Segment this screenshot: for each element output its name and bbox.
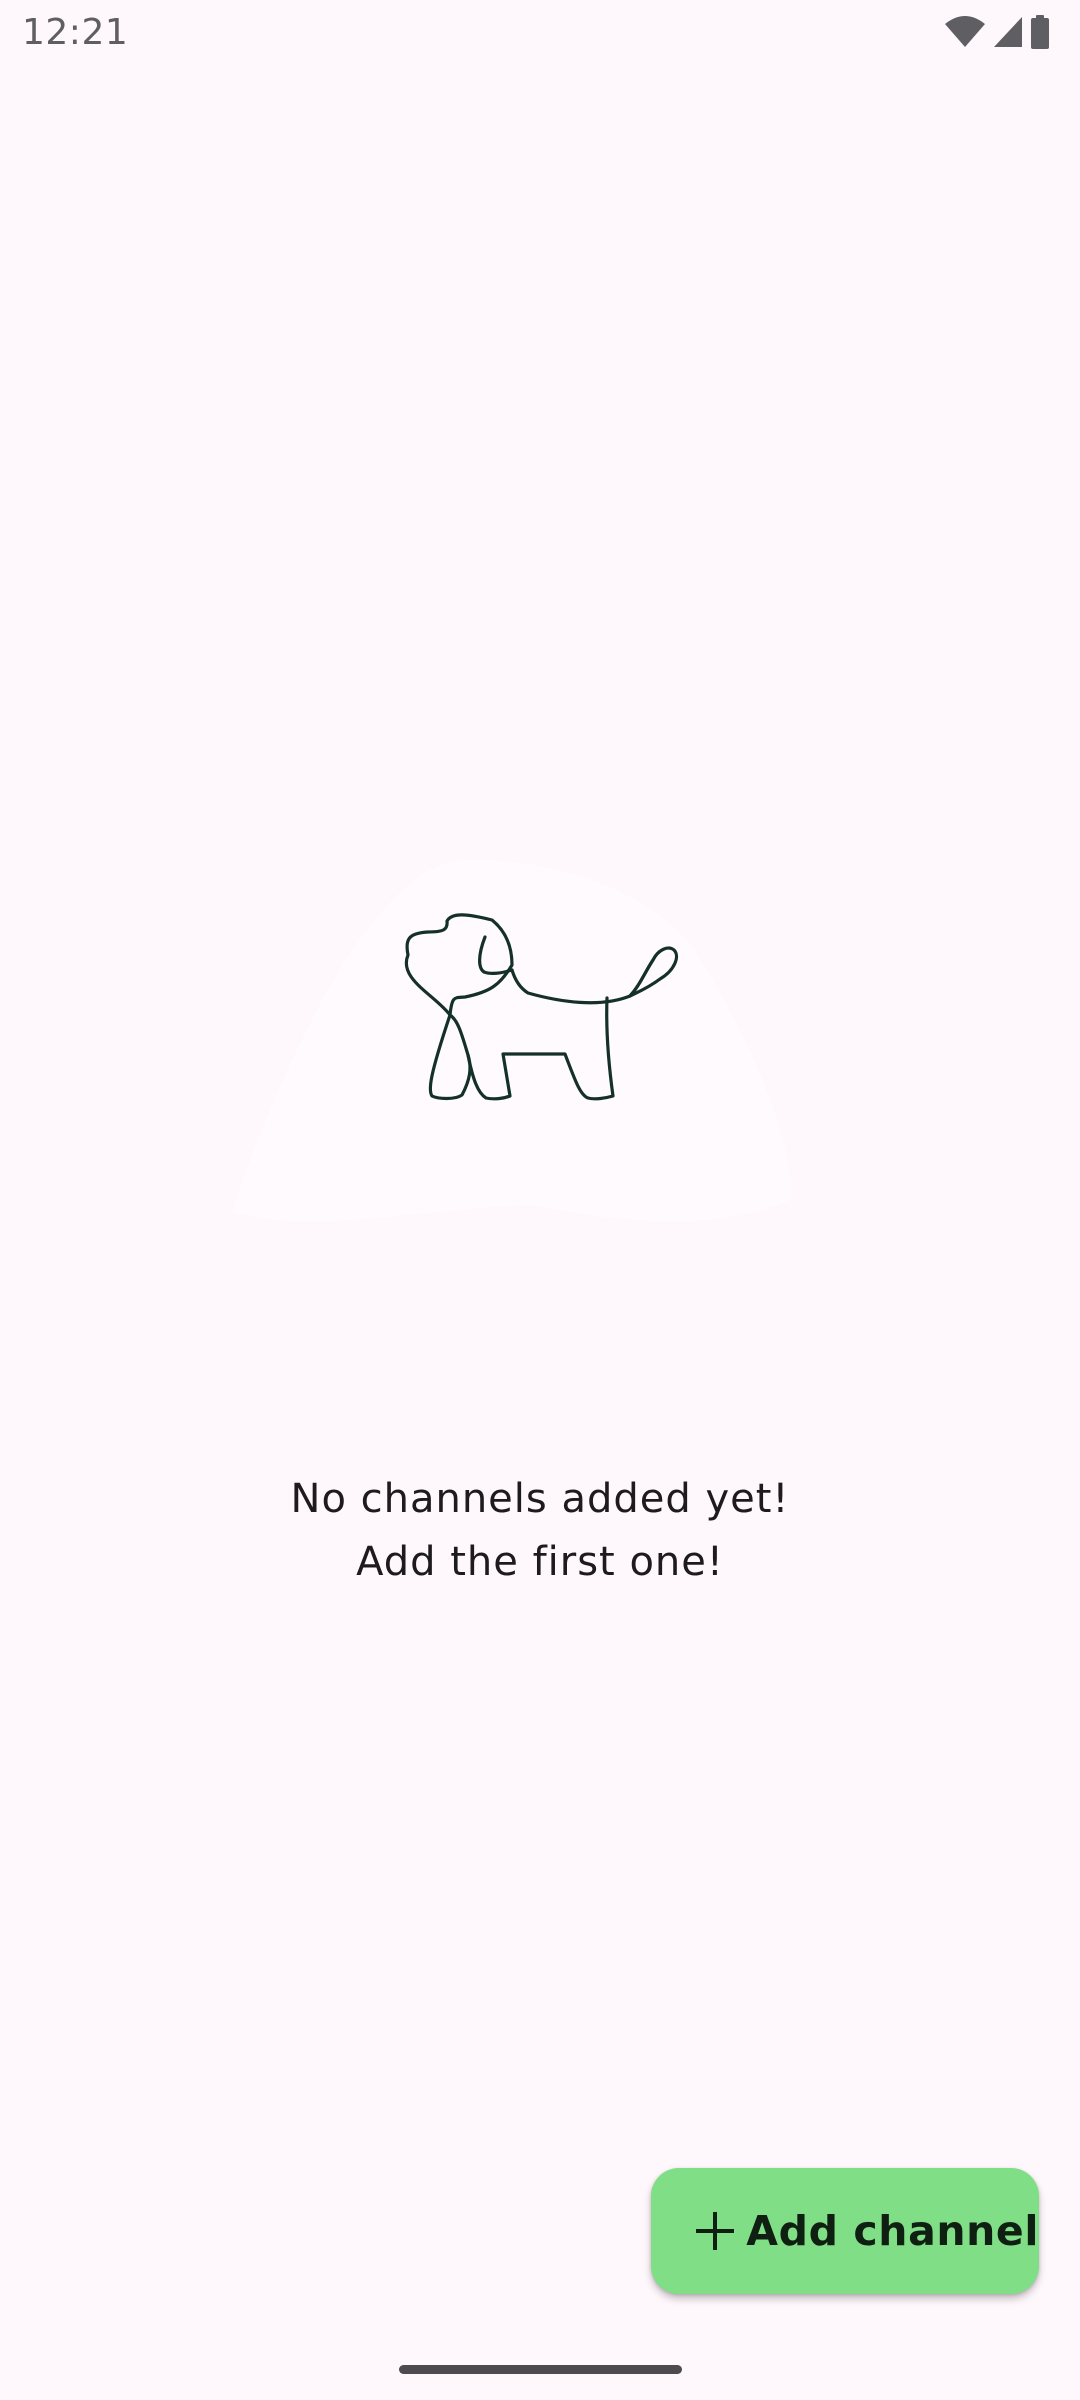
status-time: 12:21 (22, 12, 129, 53)
cellular-signal-icon (992, 16, 1024, 48)
dog-illustration (230, 859, 810, 1300)
empty-state-title: No channels added yet! (290, 1476, 790, 1522)
battery-icon (1030, 15, 1050, 49)
status-icons (944, 14, 1050, 50)
plus-icon (692, 2208, 735, 2254)
add-channel-label: Add channel (746, 2207, 1039, 2255)
home-indicator[interactable] (399, 2365, 682, 2374)
status-bar: 12:21 (0, 0, 1080, 64)
empty-state-message: No channels added yet! Add the first one… (0, 1468, 1080, 1594)
empty-state-subtitle: Add the first one! (356, 1539, 724, 1585)
add-channel-button[interactable]: Add channel (651, 2168, 1039, 2294)
wifi-icon (944, 16, 986, 48)
illustration-backdrop (232, 859, 791, 1222)
